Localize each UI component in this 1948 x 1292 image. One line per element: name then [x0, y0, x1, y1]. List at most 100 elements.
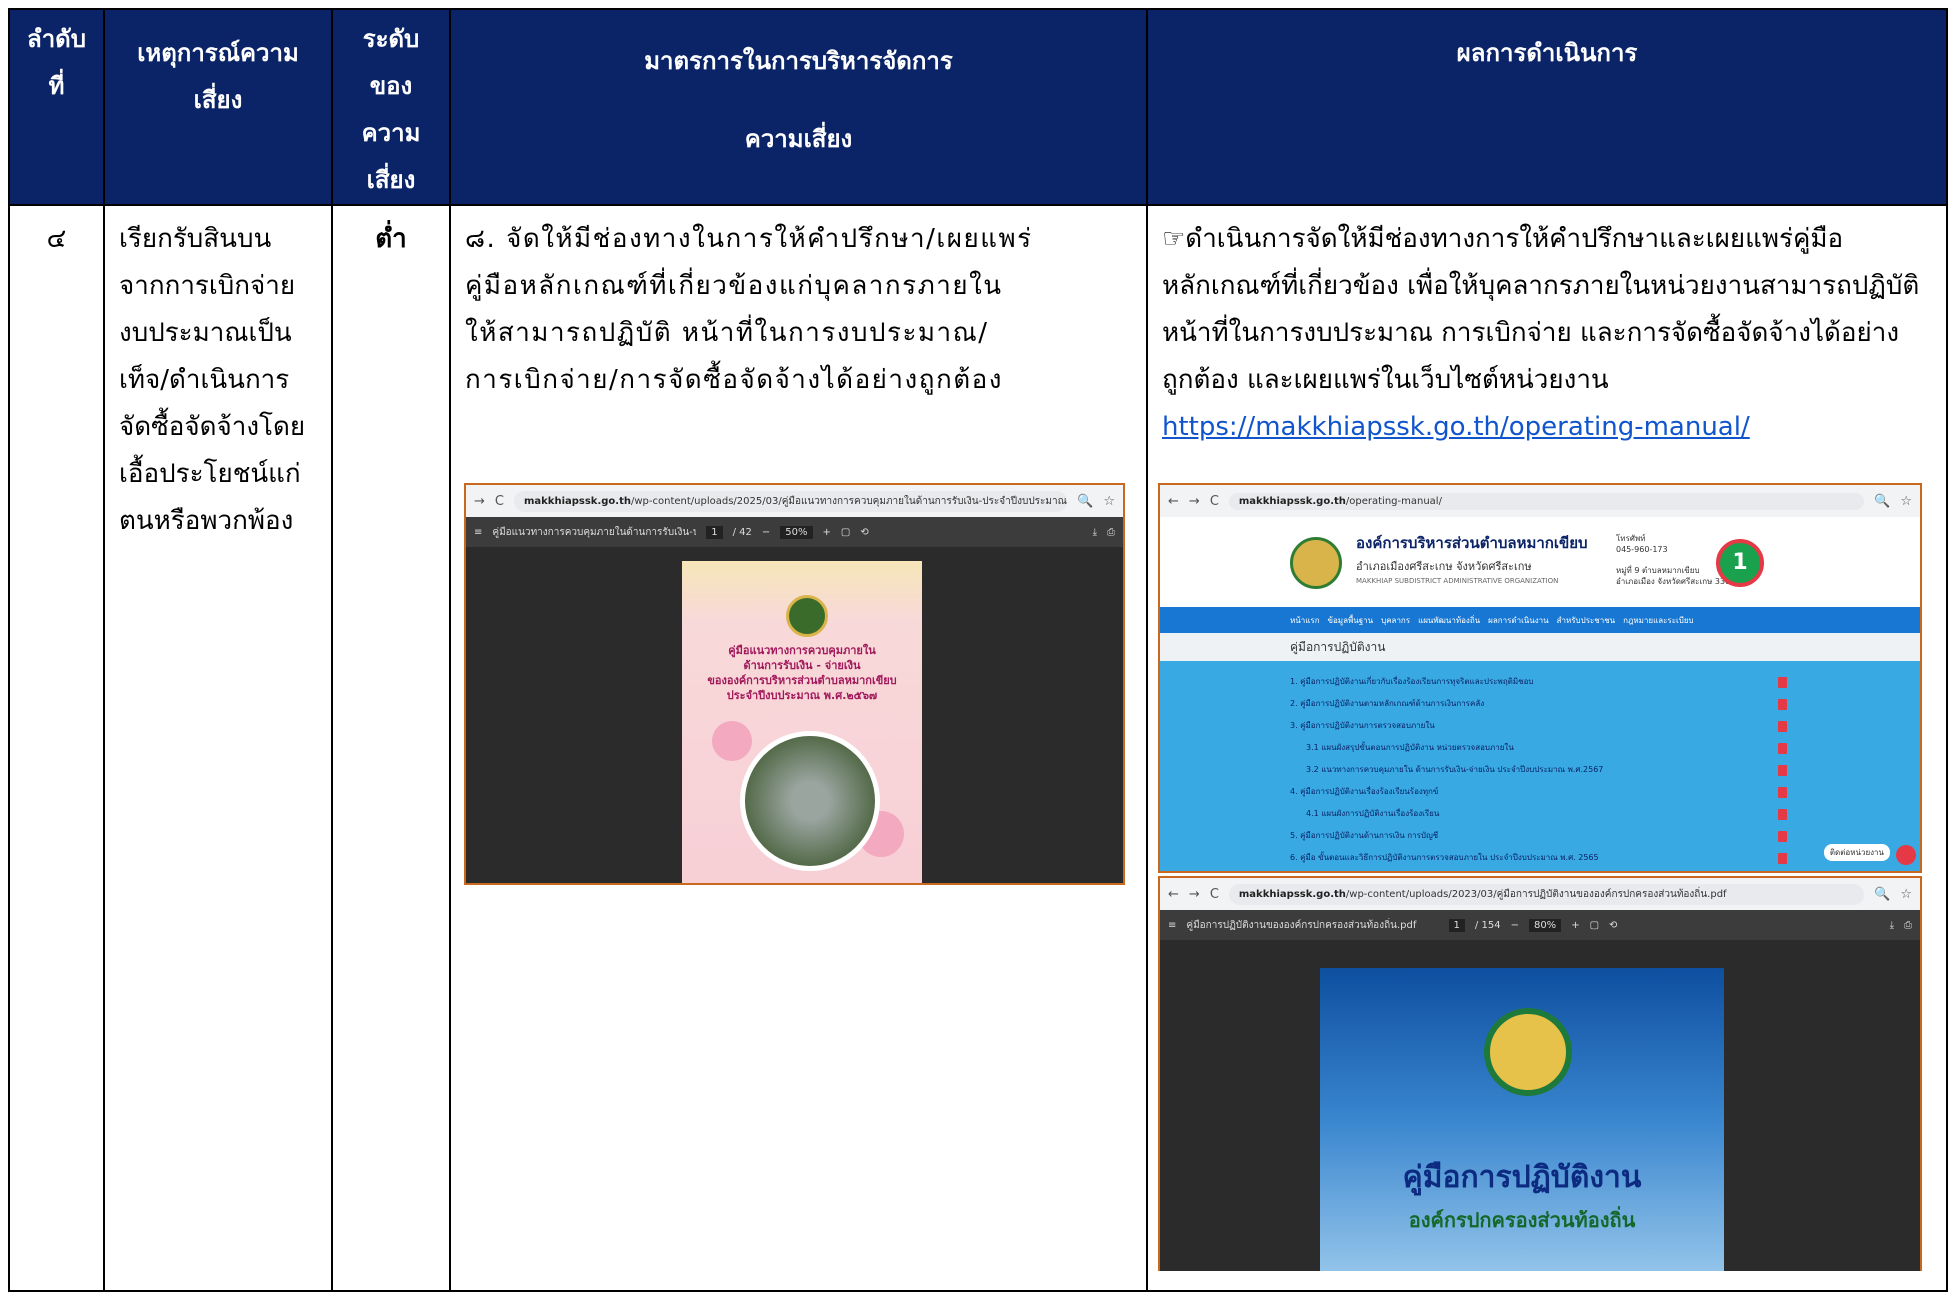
- pdf-file-icon[interactable]: [1778, 809, 1787, 820]
- zoom-in-icon[interactable]: +: [1571, 920, 1579, 931]
- cover-subtitle: องค์กรปกครองส่วนท้องถิ่น: [1408, 1208, 1636, 1232]
- forward-icon[interactable]: →: [1189, 494, 1200, 509]
- print-icon[interactable]: ⎙: [1904, 920, 1912, 931]
- back-icon[interactable]: ←: [1168, 494, 1179, 509]
- site-menu-item[interactable]: แผนพัฒนาท้องถิ่น: [1418, 614, 1480, 627]
- manual-list-item[interactable]: 3. คู่มือการปฏิบัติงานการตรวจสอบภายใน: [1290, 715, 1920, 737]
- star-icon[interactable]: ☆: [1103, 494, 1115, 509]
- contact-button[interactable]: ติดต่อหน่วยงาน: [1823, 844, 1890, 861]
- forward-icon[interactable]: →: [1189, 887, 1200, 902]
- manual-list-item[interactable]: 3.1 แผนผังสรุปขั้นตอนการปฏิบัติงาน หน่วย…: [1290, 737, 1920, 759]
- header-row: ลำดับ ที่ เหตุการณ์ความ เสี่ยง ระดับ ของ…: [8, 8, 1948, 206]
- zoom-icon[interactable]: 🔍: [1874, 887, 1890, 902]
- manual-list-item[interactable]: 2. คู่มือการปฏิบัติงานตามหลักเกณฑ์ด้านกา…: [1290, 693, 1920, 715]
- site-menu: หน้าแรก ข้อมูลพื้นฐาน บุคลากร แผนพัฒนาท้องถ…: [1160, 607, 1920, 633]
- site-menu-item[interactable]: หน้าแรก: [1290, 614, 1320, 627]
- star-icon[interactable]: ☆: [1900, 494, 1912, 509]
- browser-bar: ← → C makkhiapssk.go.th/operating-manual…: [1160, 485, 1920, 517]
- pdf-screenshot-2: ← → C makkhiapssk.go.th/wp-content/uploa…: [1158, 876, 1922, 1271]
- pdf-file-icon[interactable]: [1778, 699, 1787, 710]
- header-result: ผลการดำเนินการ: [1146, 8, 1948, 206]
- zoom-icon[interactable]: 🔍: [1874, 494, 1890, 509]
- phone-info: โทรศัพท์ 045-960-173: [1616, 534, 1668, 554]
- pdf-cover-page: คู่มือการปฏิบัติงาน องค์กรปกครองส่วนท้อง…: [1320, 968, 1724, 1271]
- zoom-level[interactable]: 80%: [1528, 918, 1562, 932]
- row-result: ☞ดำเนินการจัดให้มีช่องทางการให้คำปรึกษาแ…: [1162, 224, 1920, 395]
- reload-icon[interactable]: C: [1210, 494, 1219, 509]
- chat-icon[interactable]: [1896, 845, 1916, 865]
- pdf-file-icon[interactable]: [1778, 831, 1787, 842]
- url-bar[interactable]: makkhiapssk.go.th/wp-content/uploads/202…: [1228, 883, 1865, 905]
- print-icon[interactable]: ⎙: [1107, 527, 1115, 538]
- building-photo: [740, 731, 880, 871]
- manual-list-item[interactable]: 4.1 แผนผังการปฏิบัติงานเรื่องร้องเรียน: [1290, 803, 1920, 825]
- star-icon[interactable]: ☆: [1900, 887, 1912, 902]
- url-bar[interactable]: makkhiapssk.go.th/wp-content/uploads/202…: [513, 490, 1068, 512]
- zoom-out-icon[interactable]: −: [762, 527, 770, 538]
- site-menu-item[interactable]: ผลการดำเนินงาน: [1488, 614, 1548, 627]
- header-event: เหตุการณ์ความ เสี่ยง: [103, 8, 333, 206]
- pdf-title: คู่มือแนวทางการควบคุมภายในด้านการรับเงิน…: [492, 526, 697, 538]
- pdf-file-icon[interactable]: [1778, 853, 1787, 864]
- cover-title: คู่มือแนวทางการควบคุมภายใน ด้านการรับเงิ…: [707, 644, 897, 702]
- pdf-file-icon[interactable]: [1778, 721, 1787, 732]
- page-heading: คู่มือการปฏิบัติงาน: [1160, 633, 1920, 661]
- pdf-file-icon[interactable]: [1778, 743, 1787, 754]
- url-bar[interactable]: makkhiapssk.go.th/operating-manual/: [1228, 492, 1865, 510]
- row-measure: ๘. จัดให้มีช่องทางในการให้คำปรึกษา/เผยแพ…: [465, 224, 1033, 395]
- menu-icon[interactable]: ≡: [474, 527, 482, 538]
- page-count: / 42: [732, 526, 752, 538]
- download-icon[interactable]: ⤓: [1093, 527, 1097, 538]
- site-menu-item[interactable]: บุคลากร: [1381, 614, 1410, 627]
- website-page: องค์การบริหารส่วนตำบลหมากเขียบ อำเภอเมือ…: [1160, 517, 1920, 871]
- pdf-toolbar: ≡ คู่มือแนวทางการควบคุมภายในด้านการรับเง…: [466, 517, 1123, 547]
- org-emblem-icon: [786, 595, 828, 637]
- itA-badge: 1: [1716, 539, 1764, 587]
- header-level: ระดับ ของ ความ เสี่ยง: [331, 8, 451, 206]
- website-screenshot: ← → C makkhiapssk.go.th/operating-manual…: [1158, 483, 1922, 873]
- flower-decoration-icon: [712, 721, 752, 761]
- manual-list-item[interactable]: 1. คู่มือการปฏิบัติงานเกี่ยวกับเรื่องร้อ…: [1290, 671, 1920, 693]
- pdf-screenshot-1: → C makkhiapssk.go.th/wp-content/uploads…: [464, 483, 1125, 885]
- page-count: / 154: [1474, 919, 1501, 931]
- back-icon[interactable]: →: [474, 494, 485, 509]
- zoom-in-icon[interactable]: +: [823, 527, 831, 538]
- site-menu-item[interactable]: สำหรับประชาชน: [1557, 614, 1616, 627]
- zoom-level[interactable]: 50%: [780, 525, 813, 539]
- rotate-icon[interactable]: ⟲: [860, 527, 868, 538]
- pdf-file-icon[interactable]: [1778, 787, 1787, 798]
- row-no: ๔: [8, 204, 105, 1292]
- back-icon[interactable]: ←: [1168, 887, 1179, 902]
- fit-page-icon[interactable]: ▢: [841, 527, 850, 538]
- page-input[interactable]: 1: [1448, 918, 1465, 932]
- browser-bar: → C makkhiapssk.go.th/wp-content/uploads…: [466, 485, 1123, 517]
- pdf-title: คู่มือการปฏิบัติงานขององค์กรปกครองส่วนท้…: [1186, 919, 1417, 931]
- zoom-out-icon[interactable]: −: [1511, 920, 1519, 931]
- pdf-file-icon[interactable]: [1778, 677, 1787, 688]
- header-measure: มาตรการในการบริหารจัดการ ความเสี่ยง: [449, 8, 1148, 206]
- manual-list: 1. คู่มือการปฏิบัติงานเกี่ยวกับเรื่องร้อ…: [1160, 661, 1920, 869]
- zoom-icon[interactable]: 🔍: [1077, 494, 1093, 509]
- rotate-icon[interactable]: ⟲: [1609, 920, 1617, 931]
- fit-page-icon[interactable]: ▢: [1590, 920, 1599, 931]
- org-subtitle: อำเภอเมืองศรีสะเกษ จังหวัดศรีสะเกษ: [1356, 560, 1532, 573]
- site-header: องค์การบริหารส่วนตำบลหมากเขียบ อำเภอเมือ…: [1160, 517, 1920, 607]
- manual-list-item[interactable]: 4. คู่มือการปฏิบัติงานเรื่องร้องเรียนร้อ…: [1290, 781, 1920, 803]
- site-menu-item[interactable]: กฎหมายและระเบียบ: [1623, 614, 1693, 627]
- manual-link[interactable]: https://makkhiapssk.go.th/operating-manu…: [1162, 404, 1936, 451]
- cover-title: คู่มือการปฏิบัติงาน: [1402, 1160, 1642, 1195]
- row-event: เรียกรับสินบน จากการเบิกจ่าย งบประมาณเป็…: [103, 204, 333, 1292]
- reload-icon[interactable]: C: [495, 494, 504, 509]
- pdf-file-icon[interactable]: [1778, 765, 1787, 776]
- org-logo-icon: [1290, 537, 1342, 589]
- org-english: MAKKHIAP SUBDISTRICT ADMINISTRATIVE ORGA…: [1356, 577, 1559, 585]
- manual-list-item[interactable]: 3.2 แนวทางการควบคุมภายใน ด้านการรับเงิน-…: [1290, 759, 1920, 781]
- header-no: ลำดับ ที่: [8, 8, 105, 206]
- browser-bar: ← → C makkhiapssk.go.th/wp-content/uploa…: [1160, 878, 1920, 910]
- reload-icon[interactable]: C: [1210, 887, 1219, 902]
- site-menu-item[interactable]: ข้อมูลพื้นฐาน: [1328, 614, 1374, 627]
- manual-list-item[interactable]: 5. คู่มือการปฏิบัติงานด้านการเงิน การบัญ…: [1290, 825, 1920, 847]
- page-input[interactable]: 1: [706, 525, 723, 539]
- download-icon[interactable]: ⤓: [1890, 920, 1894, 931]
- menu-icon[interactable]: ≡: [1168, 920, 1176, 931]
